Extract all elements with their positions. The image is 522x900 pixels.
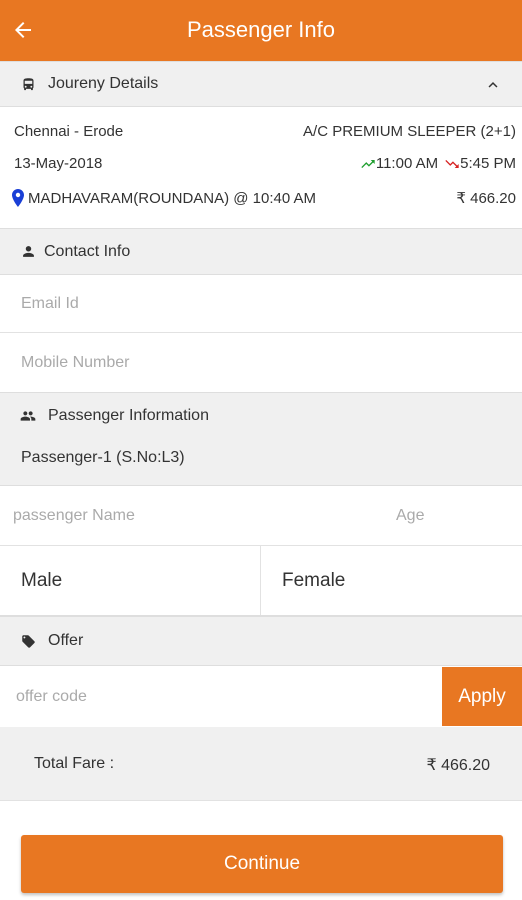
bus-icon	[20, 76, 36, 92]
passenger-info-label: Passenger Information	[48, 407, 209, 424]
gender-selector: Male Female	[0, 546, 522, 616]
page-title: Passenger Info	[187, 17, 335, 42]
app-bar: Passenger Info	[0, 0, 522, 61]
passenger-name-input[interactable]: passenger Name	[13, 507, 135, 525]
contact-info-header: Contact Info	[0, 228, 522, 275]
passenger-name-row: passenger Name Age	[0, 486, 522, 546]
age-input[interactable]: Age	[396, 507, 424, 525]
gender-female-option[interactable]: Female	[262, 546, 522, 615]
apply-button[interactable]: Apply	[442, 667, 522, 726]
total-fare-label: Total Fare :	[34, 755, 115, 772]
journey-fare: ₹ 466.20	[456, 190, 516, 207]
boarding-point-text: MADHAVARAM(ROUNDANA) @ 10:40 AM	[28, 189, 317, 207]
route-text: Chennai - Erode	[14, 123, 124, 140]
trending-down-icon	[445, 159, 459, 168]
gender-female-label: Female	[282, 569, 346, 591]
contact-info-label: Contact Info	[44, 242, 131, 260]
offer-code-input[interactable]: offer code	[16, 688, 87, 706]
journey-details-header[interactable]: Joureny Details	[0, 61, 522, 107]
email-field[interactable]: Email Id	[0, 275, 522, 333]
total-fare-row: Total Fare : ₹ 466.20	[0, 727, 522, 801]
journey-details-label: Joureny Details	[48, 75, 159, 92]
gender-male-label: Male	[21, 569, 63, 591]
departure-time: 11:00 AM	[375, 155, 439, 172]
journey-details-card: Chennai - Erode A/C PREMIUM SLEEPER (2+1…	[0, 107, 522, 228]
trending-up-icon	[361, 159, 375, 168]
boarding-point: MADHAVARAM(ROUNDANA) @ 10:40 AM	[12, 189, 316, 207]
location-pin-icon	[12, 189, 24, 207]
person-icon	[20, 244, 36, 260]
offer-header: Offer	[0, 616, 522, 666]
bus-type-text: A/C PREMIUM SLEEPER (2+1)	[303, 123, 516, 140]
continue-button[interactable]: Continue	[21, 835, 503, 893]
arrival-time: 5:45 PM	[460, 155, 516, 172]
offer-label: Offer	[48, 632, 84, 649]
passenger-info-section: Passenger Information Passenger-1 (S.No:…	[0, 392, 522, 486]
mobile-field[interactable]: Mobile Number	[0, 333, 522, 392]
offer-code-row: offer code Apply	[0, 666, 522, 727]
people-icon	[20, 408, 36, 424]
timings: 11:00 AM 5:45 PM	[360, 155, 516, 172]
total-fare-value: ₹ 466.20	[426, 757, 490, 774]
chevron-up-icon[interactable]	[484, 76, 502, 99]
mobile-placeholder: Mobile Number	[21, 353, 130, 371]
tag-icon	[20, 633, 36, 649]
passenger-label: Passenger-1 (S.No:L3)	[21, 449, 185, 466]
email-placeholder: Email Id	[21, 294, 79, 312]
gender-male-option[interactable]: Male	[0, 546, 261, 615]
journey-date: 13-May-2018	[14, 155, 103, 172]
